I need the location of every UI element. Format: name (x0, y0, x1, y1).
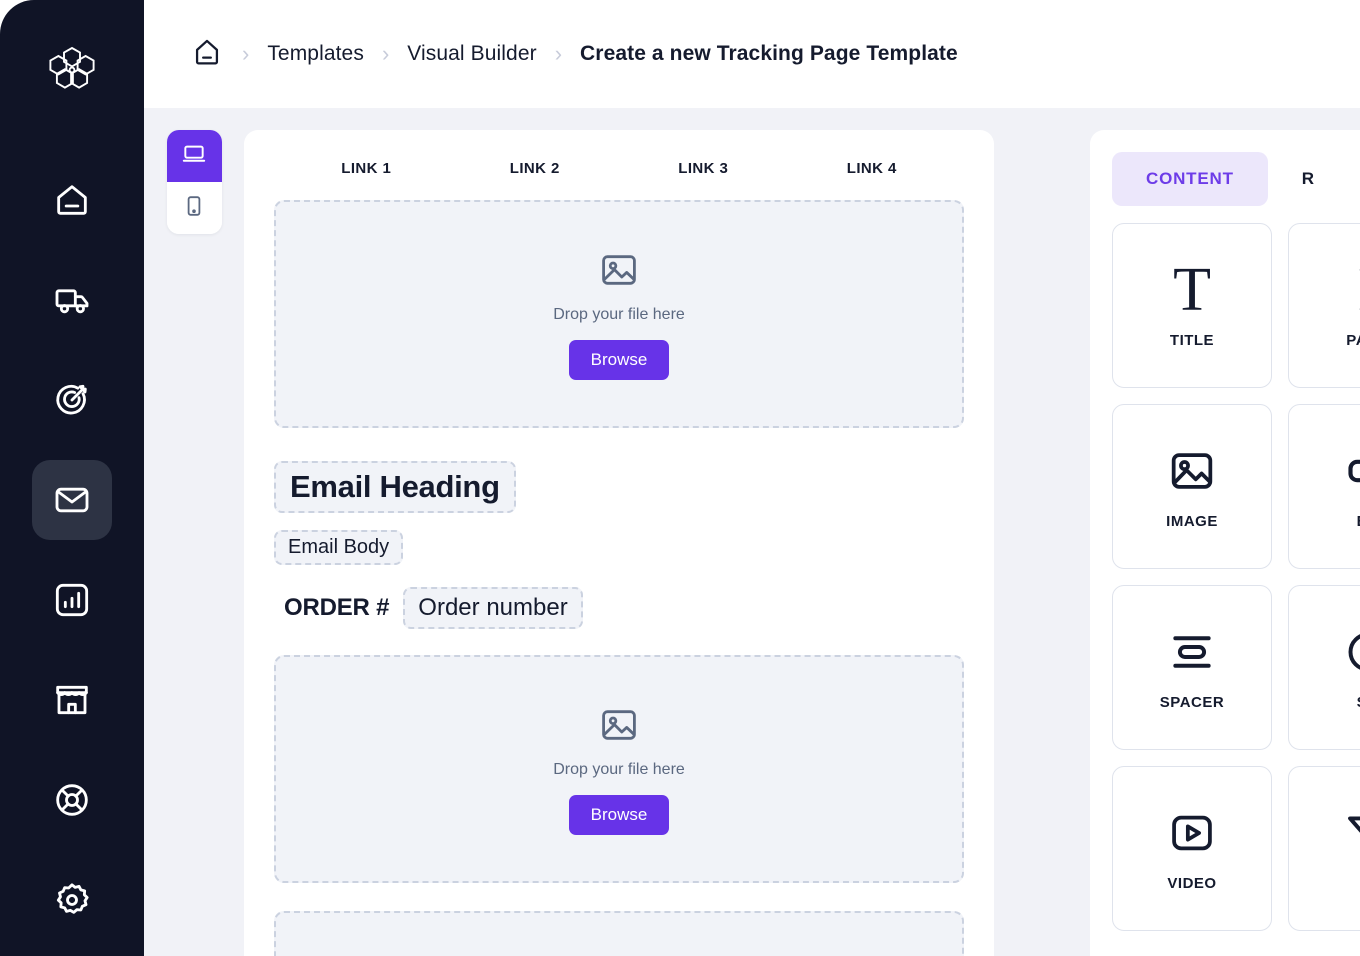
sidebar-item-support[interactable] (32, 760, 112, 840)
email-heading-row: Email Heading (274, 461, 964, 513)
block-video[interactable]: VIDEO (1112, 766, 1272, 931)
email-nav-link-1[interactable]: LINK 1 (282, 160, 451, 177)
panel-tabs: CONTENT R (1112, 152, 1360, 206)
image-dropzone-top[interactable]: Drop your file here Browse (274, 200, 964, 428)
lifebuoy-icon (52, 780, 92, 820)
mail-icon (52, 480, 92, 520)
email-nav-bar: LINK 1 LINK 2 LINK 3 LINK 4 (274, 130, 964, 177)
email-nav-link-2[interactable]: LINK 2 (451, 160, 620, 177)
email-body-row: Email Body (274, 530, 964, 565)
block-button[interactable]: BU (1288, 404, 1360, 569)
gear-icon (52, 880, 92, 920)
breadcrumb-home-link[interactable] (190, 35, 224, 74)
breadcrumb-item-visual-builder[interactable]: Visual Builder (407, 42, 536, 66)
sidebar-item-shipments[interactable] (32, 260, 112, 340)
email-nav-link-4[interactable]: LINK 4 (788, 160, 957, 177)
blocks-panel: CONTENT R T TITLE I PARA (1090, 130, 1360, 956)
home-icon (52, 180, 92, 220)
block-title[interactable]: T TITLE (1112, 223, 1272, 388)
breadcrumb-separator: › (381, 41, 390, 66)
image-placeholder-icon (598, 249, 640, 296)
sidebar-item-campaigns[interactable] (32, 360, 112, 440)
sidebar-item-analytics[interactable] (32, 560, 112, 640)
dropzone-text: Drop your file here (553, 760, 685, 778)
target-icon (52, 380, 92, 420)
home-icon (190, 35, 224, 74)
main-sidebar (0, 0, 144, 956)
block-spacer[interactable]: SPACER (1112, 585, 1272, 750)
icon-block-icon (1343, 805, 1360, 861)
device-switcher (166, 130, 222, 234)
sidebar-item-home[interactable] (32, 160, 112, 240)
tab-content[interactable]: CONTENT (1112, 152, 1268, 206)
image-dropzone-middle[interactable]: Drop your file here Browse (274, 655, 964, 883)
browse-button[interactable]: Browse (568, 794, 670, 835)
order-label: ORDER # (284, 594, 390, 621)
mobile-icon (182, 194, 206, 223)
device-desktop-button[interactable] (166, 130, 222, 182)
block-label: TITLE (1169, 332, 1215, 349)
main-area: › Templates › Visual Builder › Create a … (144, 0, 1360, 956)
order-number-block[interactable]: Order number (403, 587, 583, 629)
block-label: VIDEO (1167, 875, 1217, 892)
button-icon (1343, 443, 1360, 499)
device-switcher-rail (144, 108, 244, 956)
block-label: PARA (1346, 332, 1360, 349)
truck-icon (52, 280, 92, 320)
browse-button[interactable]: Browse (568, 339, 670, 380)
image-placeholder-icon (598, 704, 640, 751)
email-nav-link-3[interactable]: LINK 3 (619, 160, 788, 177)
company-logo[interactable] (36, 34, 108, 106)
block-label: IMAGE (1166, 513, 1218, 530)
image-icon (1167, 443, 1217, 499)
sidebar-item-email[interactable] (32, 460, 112, 540)
tab-rows[interactable]: R (1268, 152, 1349, 206)
blocks-grid: T TITLE I PARA (1112, 223, 1360, 931)
storefront-icon (52, 680, 92, 720)
breadcrumb-item-current: Create a new Tracking Page Template (580, 42, 958, 65)
block-label: BU (1357, 513, 1360, 530)
breadcrumb-separator: › (554, 41, 563, 66)
image-dropzone-bottom[interactable] (274, 911, 964, 956)
block-label: SO (1357, 694, 1360, 711)
sidebar-item-settings[interactable] (32, 860, 112, 940)
video-icon (1167, 805, 1217, 861)
breadcrumb-item-templates[interactable]: Templates (267, 42, 364, 66)
block-icon[interactable]: IC (1288, 766, 1360, 931)
social-icon (1343, 624, 1360, 680)
title-T-icon: T (1173, 256, 1211, 324)
app-root: › Templates › Visual Builder › Create a … (0, 0, 1360, 956)
laptop-icon (181, 141, 207, 172)
email-body-block[interactable]: Email Body (274, 530, 404, 565)
block-paragraph[interactable]: I PARA (1288, 223, 1360, 388)
sidebar-nav (0, 160, 144, 940)
builder-workspace: LINK 1 LINK 2 LINK 3 LINK 4 Drop your fi… (144, 108, 1360, 956)
email-heading-block[interactable]: Email Heading (274, 461, 516, 513)
block-social[interactable]: SO (1288, 585, 1360, 750)
dropzone-text: Drop your file here (553, 305, 685, 323)
breadcrumb: › Templates › Visual Builder › Create a … (144, 0, 1360, 108)
device-mobile-button[interactable] (166, 182, 222, 234)
spacer-icon (1167, 624, 1217, 680)
breadcrumb-separator: › (242, 41, 250, 66)
block-image[interactable]: IMAGE (1112, 404, 1272, 569)
bar-chart-icon (52, 580, 92, 620)
order-row: ORDER # Order number (274, 587, 964, 629)
email-canvas[interactable]: LINK 1 LINK 2 LINK 3 LINK 4 Drop your fi… (244, 130, 994, 956)
sidebar-item-store[interactable] (32, 660, 112, 740)
block-label: SPACER (1159, 694, 1225, 711)
